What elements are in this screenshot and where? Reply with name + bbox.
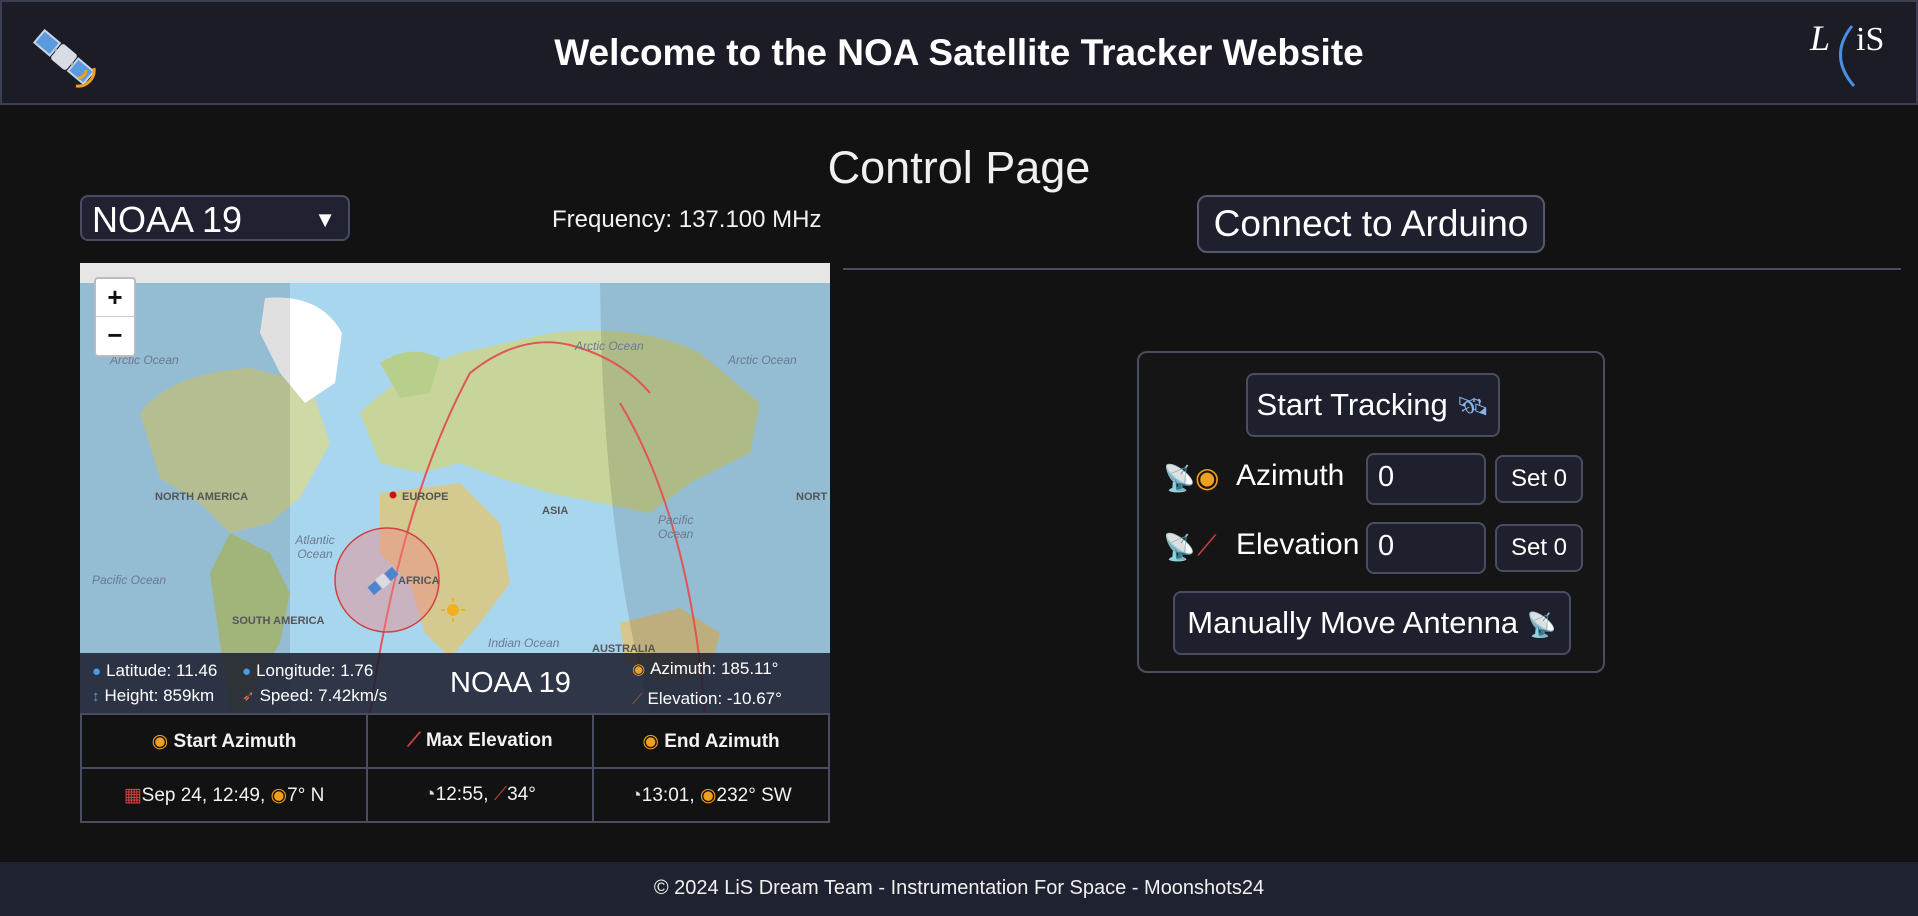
map-label: Indian Ocean (488, 636, 560, 650)
map-label: NORTH AMERICA (155, 491, 249, 503)
elevation-set-zero-button[interactable]: Set 0 (1495, 524, 1583, 572)
table-cell: ▦Sep 24, 12:49, ◉7° N (80, 767, 368, 823)
map-label: Arctic Ocean (575, 339, 644, 353)
height-readout: ↕ Height: 859km (92, 686, 215, 705)
map-tiles (80, 263, 830, 713)
page-title: Control Page (827, 142, 1091, 193)
height-arrow-icon: ↕ (92, 688, 100, 705)
table-cell: ◔13:01, ◉232° SW (592, 767, 830, 823)
zoom-control: + − (94, 277, 136, 357)
telescope-icon: ⟋ (493, 784, 508, 805)
map-label: AFRICA (398, 575, 440, 587)
globe-icon: ● (242, 663, 252, 680)
clock-icon: ◔ (630, 784, 642, 806)
map-label: Pacific Ocean (92, 573, 167, 587)
globe-icon: ● (92, 663, 102, 680)
zoom-out-button[interactable]: − (96, 317, 134, 354)
latitude-readout: ● Latitude: 11.46 (92, 661, 218, 680)
table-row: ▦Sep 24, 12:49, ◉7° N ◔12:55, ⟋34° ◔13:0… (80, 767, 830, 823)
azimuth-input[interactable]: 0 (1366, 453, 1486, 505)
manual-move-antenna-button[interactable]: Manually Move Antenna 📡 (1173, 591, 1571, 655)
map-label: Atlantic Ocean (295, 533, 335, 561)
compass-icon: ◉ (632, 661, 646, 678)
svg-text:L: L (1809, 18, 1830, 58)
antenna-icon: 📡 (1163, 463, 1196, 493)
connect-arduino-button[interactable]: Connect to Arduino (1197, 195, 1545, 253)
elevation-input[interactable]: 0 (1366, 522, 1486, 574)
satellite-select-value: NOAA 19 (92, 199, 243, 240)
telescope-icon: ⟋ (407, 730, 421, 751)
zoom-in-button[interactable]: + (96, 279, 134, 317)
elevation-readout: ⟋ Elevation: -10.67° (632, 689, 782, 708)
calendar-icon: ▦ (123, 784, 142, 806)
map-label: EUROPE (402, 491, 449, 503)
clock-icon: ◔ (424, 784, 436, 805)
manual-move-label: Manually Move Antenna (1187, 605, 1519, 640)
tracking-control-panel: Start Tracking 🛰 📡 ◉ Azimuth 0 Set 0 📡 ⟋… (1137, 351, 1605, 673)
longitude-readout: ● Longitude: 1.76 (242, 661, 374, 680)
telescope-icon: ⟋ (632, 691, 643, 708)
azimuth-label: Azimuth (1236, 459, 1345, 492)
compass-icon: ◉ (1195, 462, 1220, 493)
azimuth-set-zero-button[interactable]: Set 0 (1495, 455, 1583, 503)
header-title: Welcome to the NOA Satellite Tracker Web… (554, 32, 1364, 73)
elevation-label: Elevation (1236, 528, 1360, 561)
table-header: ⟋ Max Elevation (366, 713, 594, 769)
compass-icon: ◉ (270, 784, 288, 806)
map-label: Arctic Ocean (728, 353, 797, 367)
rocket-icon: ➶ (242, 688, 255, 705)
frequency-label: Frequency: 137.100 MHz (552, 206, 822, 233)
satellite-icon: 🛰 (1456, 391, 1490, 421)
start-tracking-button[interactable]: Start Tracking 🛰 (1246, 373, 1500, 437)
map-label: Pacific Ocean (658, 513, 694, 541)
pass-prediction-table: ◉ Start Azimuth ⟋ Max Elevation ◉ End Az… (80, 713, 830, 823)
map-top-strip (80, 263, 830, 283)
satellite-name-label: NOAA 19 (450, 667, 571, 699)
satellite-select[interactable]: NOAA 19 ▼ (80, 195, 350, 241)
table-header: ◉ End Azimuth (592, 713, 830, 769)
header-bar: Welcome to the NOA Satellite Tracker Web… (0, 0, 1918, 105)
map-label: SOUTH AMERICA (232, 615, 325, 627)
map-label: NORT (796, 491, 828, 503)
satellite-info-bar: ● Latitude: 11.46 ● Longitude: 1.76 ↕ Heigh… (80, 653, 830, 713)
dropdown-arrow-icon: ▼ (314, 207, 336, 232)
divider (843, 268, 1901, 270)
start-tracking-label: Start Tracking (1256, 387, 1448, 422)
table-header: ◉ Start Azimuth (80, 713, 368, 769)
table-header-row: ◉ Start Azimuth ⟋ Max Elevation ◉ End Az… (80, 713, 830, 769)
telescope-icon: ⟋ (1197, 530, 1217, 561)
compass-icon: ◉ (151, 730, 169, 752)
table-cell: ◔12:55, ⟋34° (366, 767, 594, 823)
compass-icon: ◉ (699, 784, 717, 806)
map-label: ASIA (542, 505, 569, 517)
svg-text:iS: iS (1856, 21, 1884, 58)
azimuth-readout: ◉ Azimuth: 185.11° (632, 659, 779, 678)
compass-icon: ◉ (642, 730, 659, 752)
satellite-map[interactable]: Arctic Ocean Arctic Ocean Arctic Ocean N… (80, 263, 830, 713)
antenna-icon: 📡 (1526, 612, 1557, 639)
antenna-icon: 📡 (1163, 532, 1196, 562)
footer: © 2024 LiS Dream Team - Instrumentation … (0, 862, 1918, 916)
lis-logo: L iS (1809, 18, 1884, 87)
speed-readout: ➶ Speed: 7.42km/s (242, 686, 388, 705)
